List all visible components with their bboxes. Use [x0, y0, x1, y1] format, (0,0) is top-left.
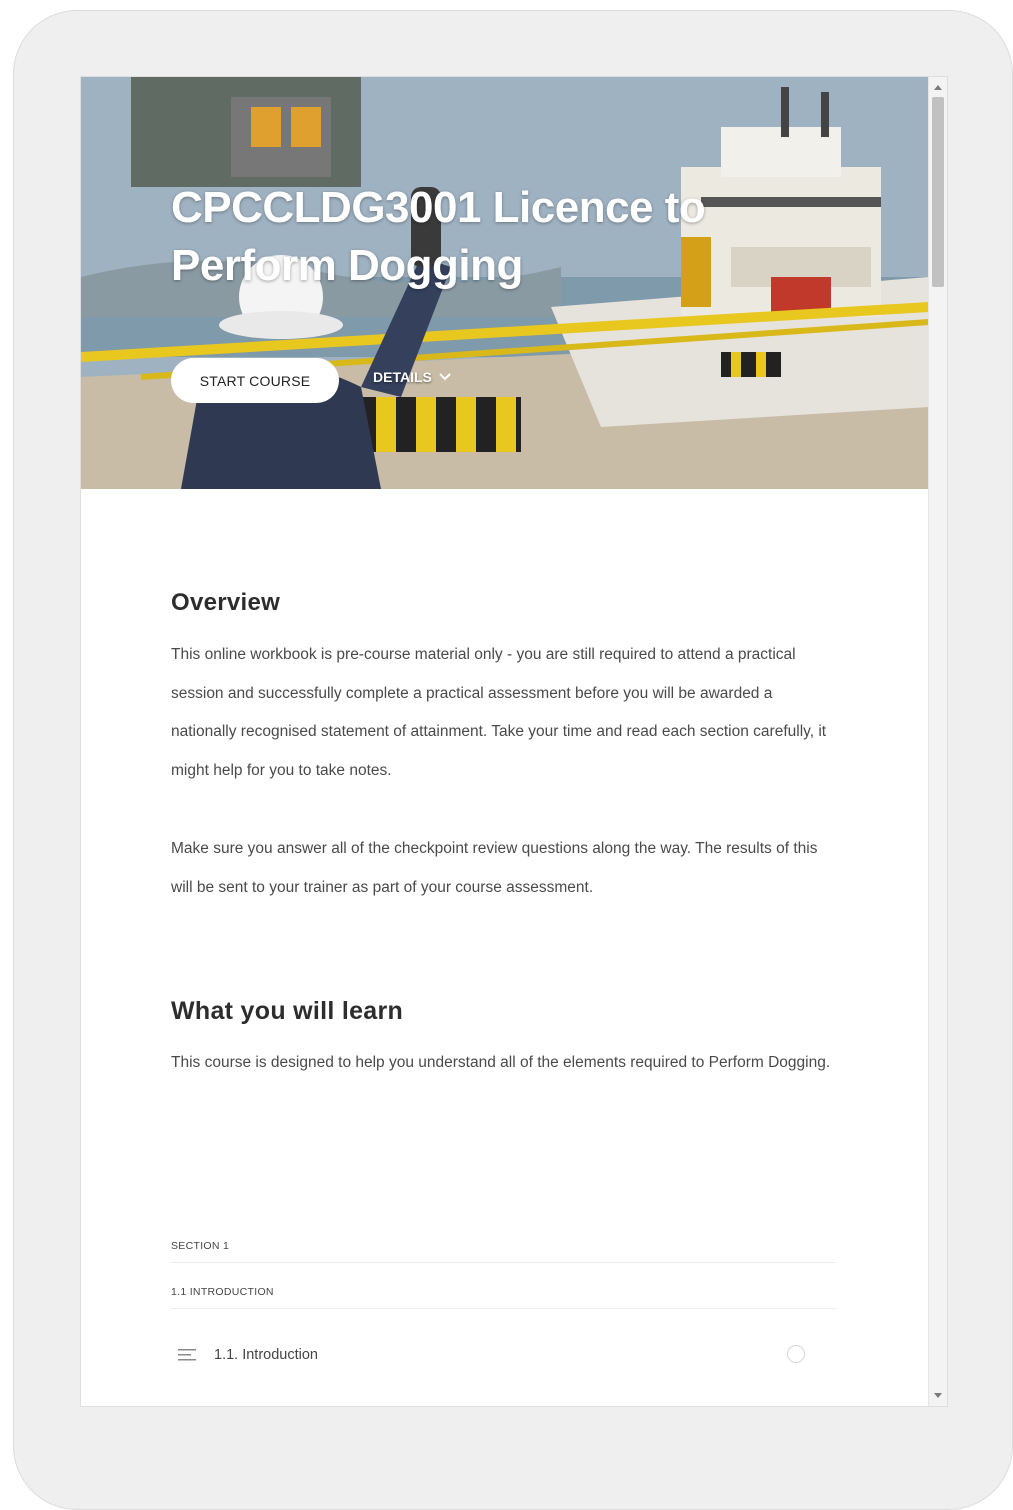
chevron-down-icon — [439, 373, 451, 381]
course-hero-banner: CPCCLDG3001 Licence to Perform Dogging S… — [81, 77, 929, 489]
learn-paragraph: This course is designed to help you unde… — [171, 1054, 831, 1071]
details-toggle[interactable]: DETAILS — [373, 369, 452, 385]
subsection-heading: 1.1 INTRODUCTION — [171, 1286, 836, 1309]
course-title: CPCCLDG3001 Licence to Perform Dogging — [171, 183, 706, 290]
details-label: DETAILS — [373, 369, 432, 385]
overview-paragraph-2: Make sure you answer all of the checkpoi… — [171, 840, 818, 896]
overview-heading: Overview — [171, 589, 281, 616]
lesson-item[interactable]: 1.1. Introduction — [171, 1340, 836, 1370]
circle-outline-icon — [787, 1345, 805, 1363]
scroll-down-icon[interactable] — [934, 1393, 942, 1398]
learn-heading: What you will learn — [171, 997, 404, 1025]
scroll-up-icon[interactable] — [934, 85, 942, 90]
lesson-title: 1.1. Introduction — [214, 1347, 318, 1363]
text-lines-icon — [178, 1349, 196, 1361]
overview-paragraph: This online workbook is pre-course mater… — [171, 646, 827, 780]
browser-viewport: CPCCLDG3001 Licence to Perform Dogging S… — [80, 76, 948, 1407]
start-course-button[interactable]: START COURSE — [171, 358, 339, 403]
section-heading: SECTION 1 — [171, 1240, 836, 1263]
vertical-scrollbar[interactable] — [928, 77, 947, 1406]
scroll-thumb[interactable] — [932, 97, 944, 287]
